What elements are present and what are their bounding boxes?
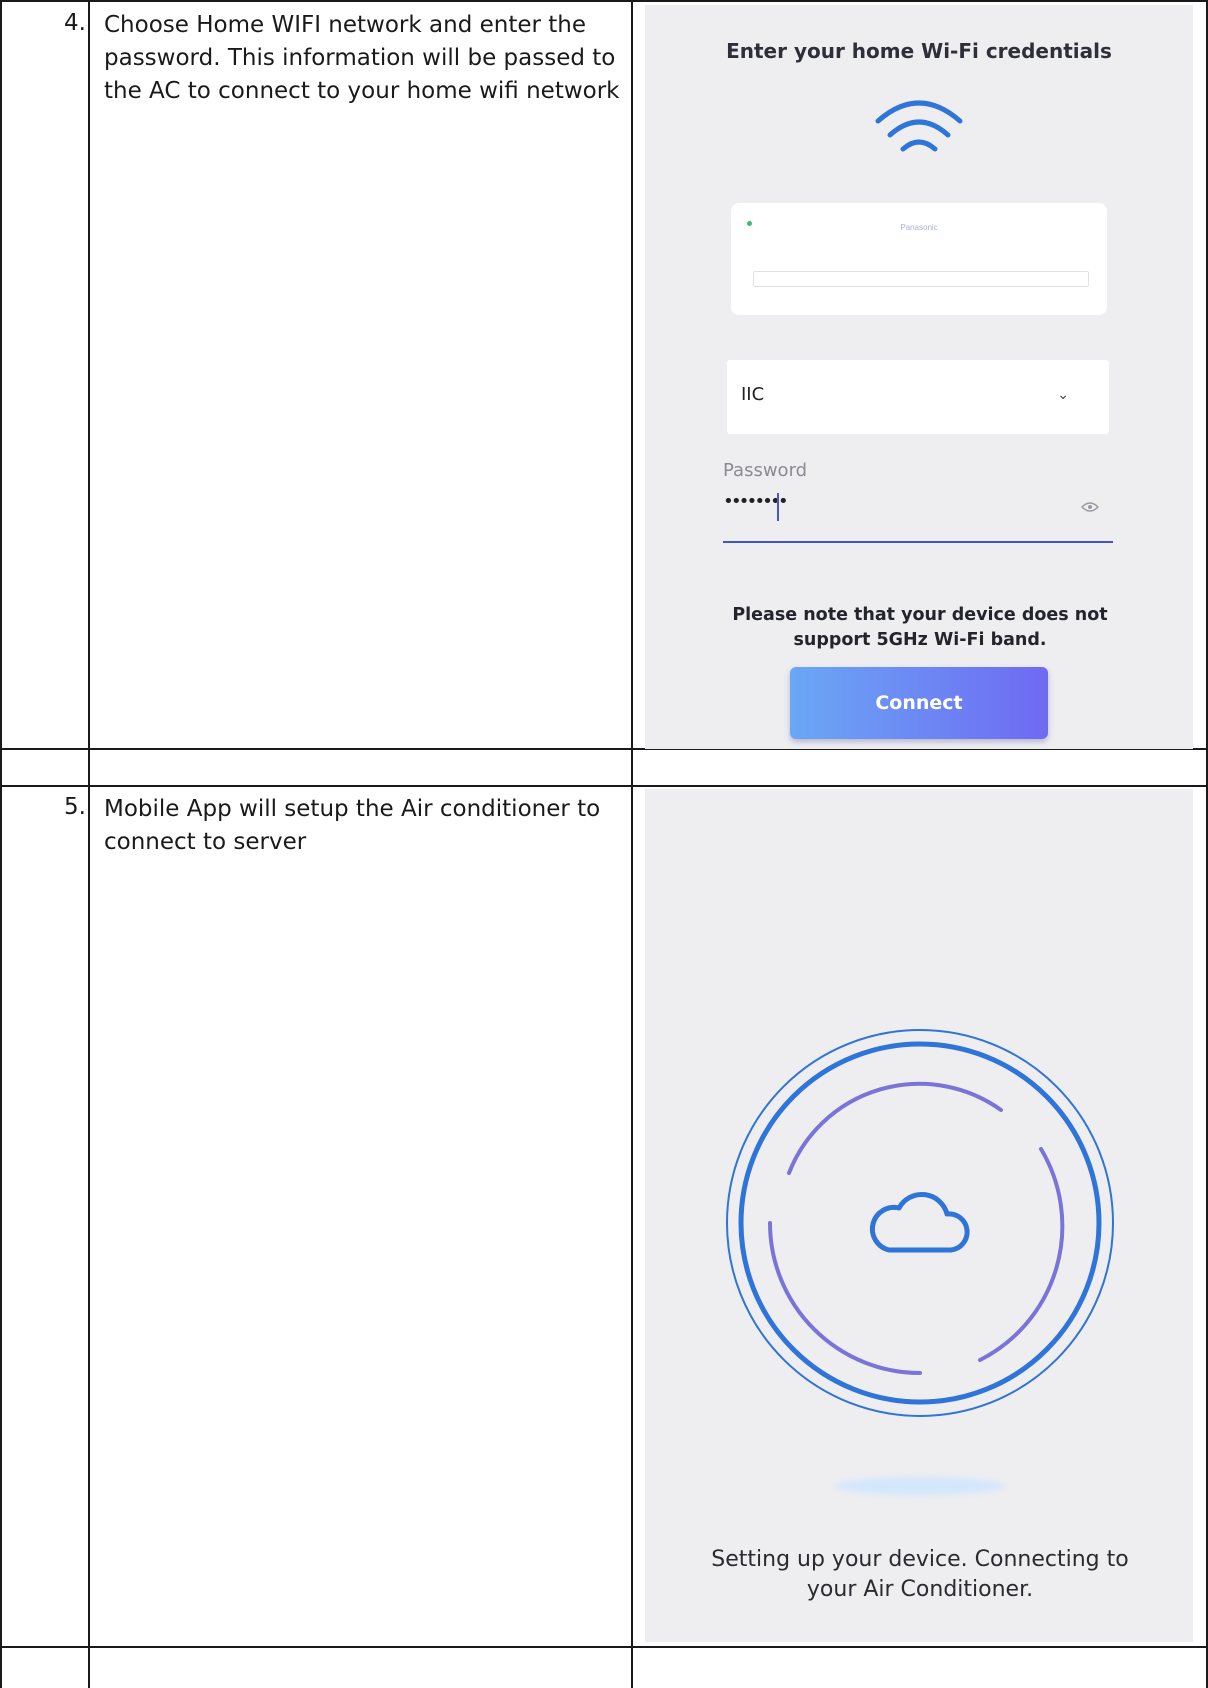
- eye-icon[interactable]: [1081, 501, 1099, 513]
- text-cursor: [777, 493, 779, 521]
- table-border-left: [0, 0, 2, 1688]
- password-underline: [723, 541, 1113, 543]
- row-divider: [0, 1646, 1208, 1648]
- shadow-glow: [835, 1477, 1005, 1495]
- password-label: Password: [723, 460, 808, 481]
- progress-rings: [726, 1029, 1114, 1417]
- setup-progress-screenshot: Setting up your device. Connecting to yo…: [645, 789, 1193, 1642]
- row-divider: [0, 785, 1208, 787]
- screen-title: Enter your home Wi-Fi credentials: [726, 39, 1112, 63]
- step-number: 5.: [64, 794, 86, 820]
- setup-status-text: Setting up your device. Connecting to yo…: [711, 1547, 1129, 1602]
- network-select-value: IIC: [741, 384, 765, 405]
- network-select[interactable]: IIC ⌄: [727, 360, 1109, 434]
- step-description: Mobile App will setup the Air conditione…: [104, 796, 601, 855]
- air-conditioner-image: Panasonic: [731, 203, 1107, 315]
- step-description: Choose Home WIFI network and enter the p…: [104, 12, 620, 104]
- chevron-down-icon: ⌄: [1057, 386, 1069, 402]
- step-number: 4.: [64, 10, 86, 36]
- connect-button[interactable]: Connect: [790, 667, 1048, 739]
- device-brand-label: Panasonic: [900, 223, 938, 232]
- column-divider-image: [631, 0, 633, 1688]
- connect-button-label: Connect: [875, 692, 963, 714]
- wifi-icon: [875, 100, 963, 152]
- device-vent: [753, 271, 1089, 287]
- table-border-top: [0, 0, 1208, 2]
- cloud-icon: [869, 1191, 970, 1253]
- wifi-credentials-screenshot: Enter your home Wi-Fi credentials Panaso…: [645, 5, 1193, 749]
- column-divider-number: [88, 0, 90, 1688]
- band-warning-note: Please note that your device does not su…: [732, 605, 1108, 650]
